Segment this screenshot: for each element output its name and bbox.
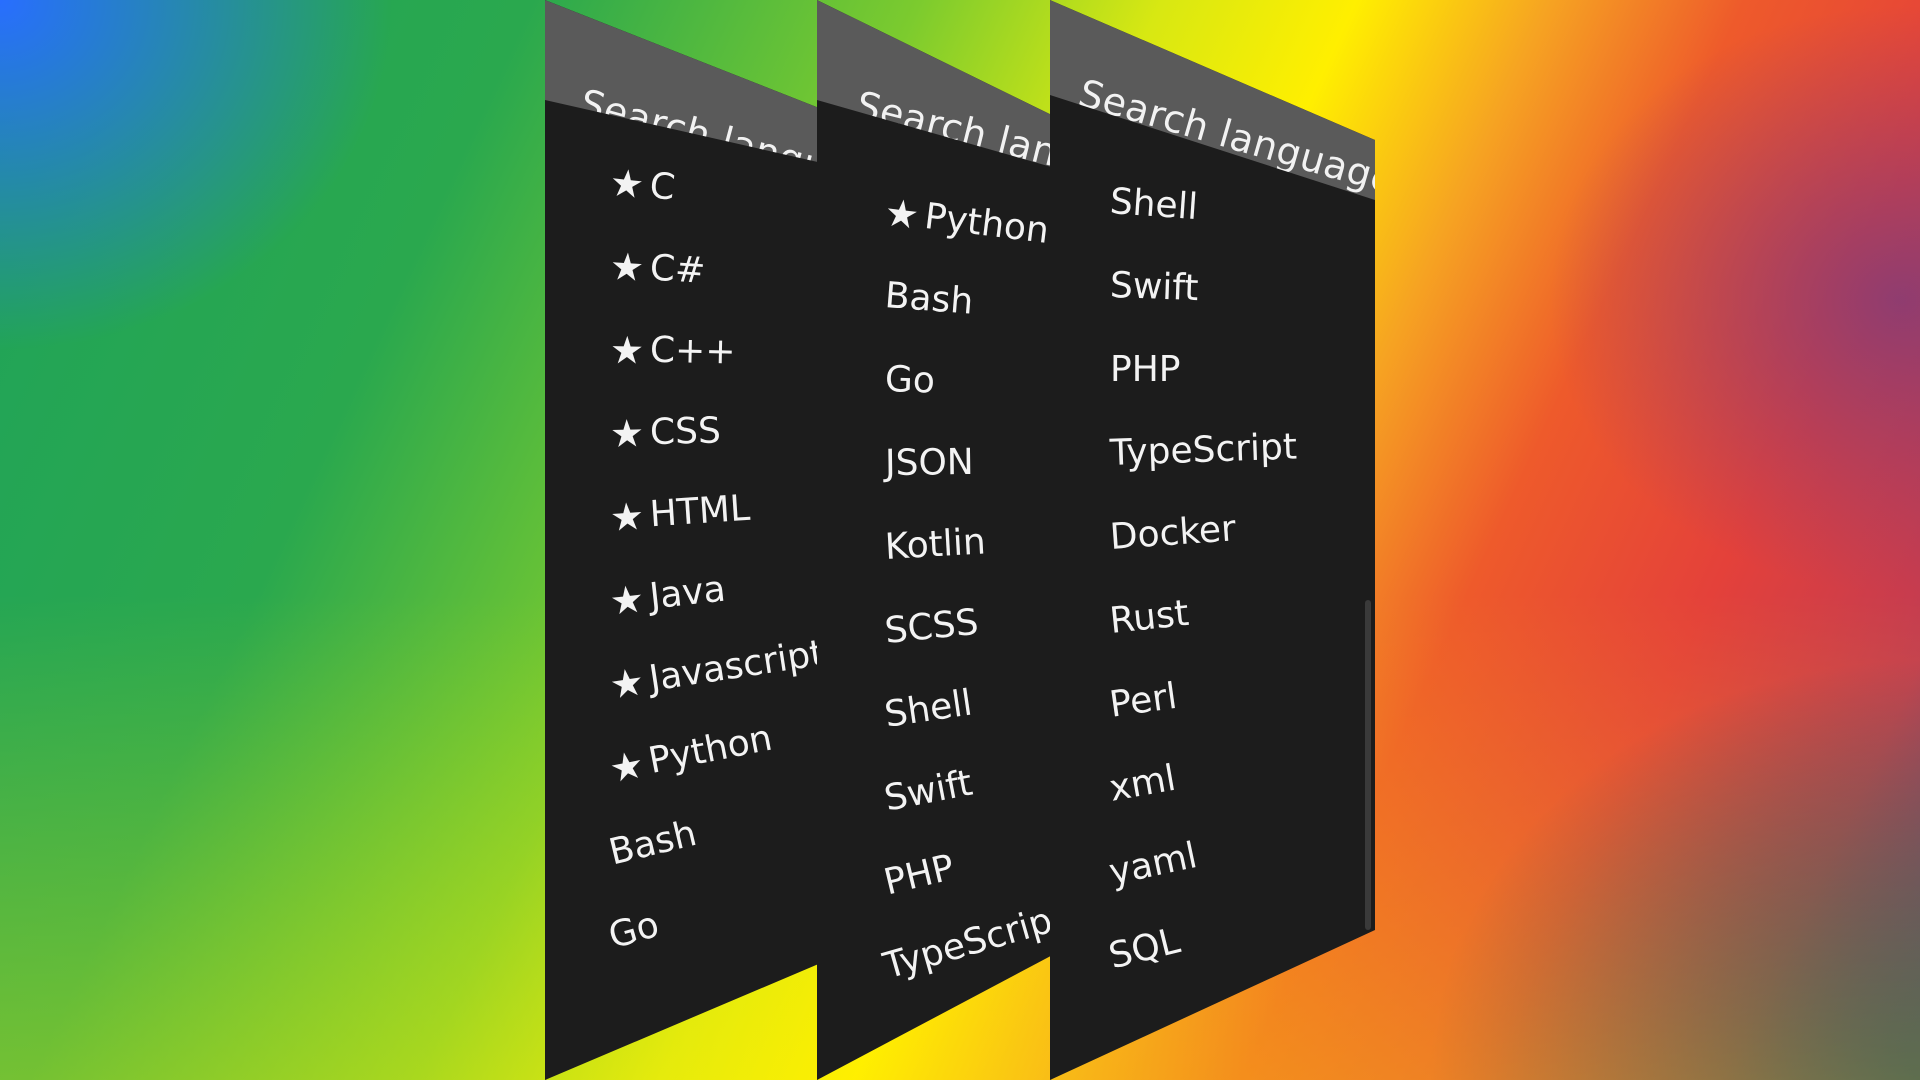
language-option-label: HTML [648,487,752,536]
language-option-label: SQL [1104,920,1184,978]
star-icon: ★ [607,160,647,208]
language-option-label: C# [648,247,707,292]
language-list: Shell Swift PHP TypeScript Docker Rust Perl xml… [1050,160,1375,1000]
language-option-label: Docker [1108,508,1238,558]
language-dropdown-panel-2: Search language ★ Python Bash Go JSON Kotlin S… [817,0,1062,1080]
star-icon: ★ [607,576,647,624]
language-option-label: Perl [1107,675,1180,726]
star-icon: ★ [882,190,922,238]
language-option[interactable]: Go [884,338,1062,428]
language-option-label: JSON [884,441,974,484]
star-icon: ★ [608,244,646,291]
language-dropdown-panel-3: Shell Swift PHP TypeScript Docker Rust Perl xml… [1050,0,1375,1080]
language-option-label: Swift [1109,265,1200,310]
language-option-label: PHP [1110,349,1181,390]
language-option-label: Shell [1108,181,1200,229]
language-option[interactable]: Swift [1109,244,1375,337]
language-option[interactable]: JSON [885,420,1062,506]
language-option-label: C++ [649,329,736,373]
language-option-label: Kotlin [883,521,987,568]
language-option-label: Java [647,568,728,618]
list-scrollbar[interactable] [1365,600,1371,930]
language-option-label: Go [884,359,936,402]
language-option-label: Rust [1107,592,1191,642]
language-option-label: CSS [649,410,722,454]
star-icon: ★ [608,493,646,540]
language-option[interactable]: PHP [1110,328,1375,412]
language-option-label: C [647,165,677,209]
language-option-label: Go [604,904,664,958]
language-option-label: Bash [883,275,975,323]
language-option-label: TypeScript [1109,426,1298,474]
language-list: ★ Python Bash Go JSON Kotlin SCSS Shell Swift PHP… [817,170,1062,1010]
star-icon: ★ [609,411,645,456]
language-option-label: SCSS [882,601,981,652]
star-icon: ★ [609,328,645,373]
language-option[interactable]: Bash [882,254,1062,351]
